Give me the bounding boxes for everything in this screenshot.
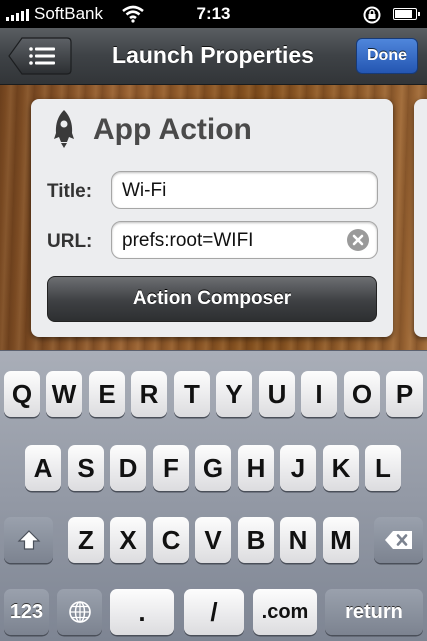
globe-key[interactable]: [57, 589, 102, 635]
keyboard: Q W E R T Y U I O P A S D F G H J K L Z …: [0, 350, 427, 641]
app-action-card: App Action Title: Wi-Fi URL: prefs:root=…: [31, 99, 393, 337]
list-icon: [8, 37, 72, 75]
key-c[interactable]: C: [153, 517, 189, 563]
key-v[interactable]: V: [195, 517, 231, 563]
key-g[interactable]: G: [195, 445, 231, 491]
key-f[interactable]: F: [153, 445, 189, 491]
page-title: Launch Properties: [112, 42, 314, 68]
key-y[interactable]: Y: [216, 371, 252, 417]
key-o[interactable]: O: [344, 371, 380, 417]
menu-back-button[interactable]: [8, 37, 72, 75]
shift-arrow-icon: [17, 530, 40, 550]
url-field-label: URL:: [47, 231, 93, 252]
done-button[interactable]: Done: [356, 38, 418, 74]
url-input-value: prefs:root=WIFI: [122, 230, 254, 251]
key-n[interactable]: N: [280, 517, 316, 563]
key-u[interactable]: U: [259, 371, 295, 417]
navigation-bar: Launch Properties Done: [0, 28, 427, 85]
key-j[interactable]: J: [280, 445, 316, 491]
shift-key[interactable]: [4, 517, 53, 563]
dotcom-key[interactable]: .com: [253, 589, 317, 635]
key-d[interactable]: D: [110, 445, 146, 491]
key-t[interactable]: T: [174, 371, 210, 417]
numbers-key[interactable]: 123: [4, 589, 49, 635]
card-title: App Action: [93, 113, 252, 146]
dot-key[interactable]: .: [110, 589, 174, 635]
backspace-key[interactable]: [374, 517, 423, 563]
key-x[interactable]: X: [110, 517, 146, 563]
key-w[interactable]: W: [46, 371, 82, 417]
key-l[interactable]: L: [365, 445, 401, 491]
next-card-edge: [414, 99, 427, 337]
key-a[interactable]: A: [25, 445, 61, 491]
clear-text-button[interactable]: [347, 229, 369, 251]
key-m[interactable]: M: [323, 517, 359, 563]
battery-icon: [393, 8, 420, 20]
key-r[interactable]: R: [131, 371, 167, 417]
key-z[interactable]: Z: [68, 517, 104, 563]
title-input-value: Wi-Fi: [122, 180, 167, 201]
slash-key[interactable]: /: [184, 589, 244, 635]
clear-x-icon: [352, 234, 364, 246]
url-input[interactable]: prefs:root=WIFI: [111, 221, 378, 259]
delete-icon: [384, 531, 412, 549]
action-composer-button[interactable]: Action Composer: [47, 276, 377, 322]
battery-fill: [395, 10, 412, 18]
status-bar: SoftBank 7:13: [0, 0, 427, 28]
title-field-label: Title:: [47, 181, 93, 202]
key-i[interactable]: I: [301, 371, 337, 417]
key-b[interactable]: B: [238, 517, 274, 563]
key-p[interactable]: P: [386, 371, 423, 417]
rotation-lock-icon: [362, 5, 382, 30]
key-s[interactable]: S: [68, 445, 104, 491]
key-k[interactable]: K: [323, 445, 359, 491]
key-e[interactable]: E: [89, 371, 125, 417]
return-key[interactable]: return: [325, 589, 423, 635]
title-input[interactable]: Wi-Fi: [111, 171, 378, 209]
key-h[interactable]: H: [238, 445, 274, 491]
globe-icon: [68, 601, 91, 623]
rocket-icon: [49, 109, 79, 154]
key-q[interactable]: Q: [4, 371, 40, 417]
